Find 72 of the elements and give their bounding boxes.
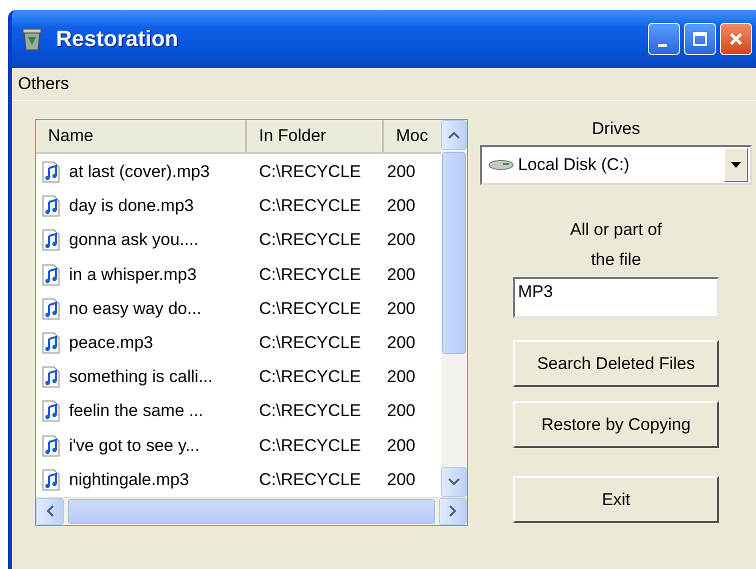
maximize-icon (692, 31, 708, 47)
minimize-icon (658, 44, 666, 46)
scroll-right-button[interactable] (439, 498, 467, 525)
file-name[interactable]: nightingale.mp3 (69, 470, 190, 490)
chevron-right-icon (448, 504, 458, 518)
menu-item[interactable]: Others (18, 74, 70, 94)
music-file-icon (42, 195, 60, 218)
file-name[interactable]: day is done.mp3 (69, 196, 194, 216)
music-file-icon (42, 298, 60, 320)
music-file-icon (42, 332, 60, 354)
column-header[interactable]: Moc (384, 120, 441, 152)
maximize-button[interactable] (684, 23, 716, 55)
close-icon (728, 31, 744, 47)
minimize-button[interactable] (648, 23, 680, 55)
search-field[interactable]: MP3 (513, 277, 719, 318)
scroll-left-button[interactable] (36, 498, 64, 525)
file-name[interactable]: no easy way do... (69, 298, 202, 319)
music-file-icon (42, 434, 60, 457)
scroll-down-button[interactable] (441, 466, 467, 497)
music-file-icon (42, 468, 60, 491)
music-file-icon (42, 161, 60, 184)
folder-path: C:\RECYCLE (259, 401, 362, 422)
scroll-up-button[interactable] (441, 120, 467, 150)
modified-date: 200 (387, 264, 416, 285)
recycle-bin-icon (20, 26, 44, 52)
file-name[interactable]: feelin the same ... (69, 401, 204, 422)
folder-path: C:\RECYCLE (259, 298, 362, 319)
close-button[interactable] (720, 23, 752, 55)
modified-date: 200 (387, 436, 416, 456)
scroll-thumb[interactable] (442, 152, 466, 354)
modified-date: 200 (387, 162, 416, 182)
folder-path: C:\RECYCLE (259, 230, 362, 250)
column-header[interactable]: Name (36, 120, 247, 152)
modified-date: 200 (387, 230, 416, 250)
folder-path: C:\RECYCLE (259, 333, 362, 354)
column-header[interactable]: In Folder (247, 120, 384, 152)
file-name[interactable]: at last (cover).mp3 (69, 162, 210, 182)
file-name[interactable]: something is calli... (69, 367, 213, 388)
modified-date: 200 (387, 333, 416, 354)
modified-date: 200 (387, 470, 416, 490)
music-file-icon (42, 229, 60, 252)
music-file-icon (42, 400, 60, 422)
horizontal-scrollbar[interactable] (36, 496, 467, 525)
chevron-up-icon (447, 130, 461, 140)
folder-path: C:\RECYCLE (259, 162, 362, 182)
file-name[interactable]: gonna ask you.... (69, 230, 198, 250)
modified-date: 200 (387, 196, 416, 216)
drive-dropdown[interactable]: Local Disk (C:) (480, 145, 752, 185)
vertical-scrollbar[interactable] (441, 120, 467, 497)
file-name[interactable]: i've got to see y... (69, 436, 200, 456)
window-title: Restoration (56, 26, 178, 52)
action-button[interactable]: Restore by Copying (513, 401, 719, 448)
file-name[interactable]: peace.mp3 (69, 333, 154, 354)
modified-date: 200 (387, 367, 416, 388)
music-file-icon (42, 366, 60, 388)
drives-label: Drives (592, 119, 640, 139)
action-button[interactable]: Search Deleted Files (513, 340, 719, 387)
scroll-thumb[interactable] (68, 498, 435, 524)
folder-path: C:\RECYCLE (259, 196, 362, 216)
search-label: All or part of the file (569, 219, 663, 271)
file-name[interactable]: in a whisper.mp3 (69, 264, 197, 285)
action-button[interactable]: Exit (513, 476, 719, 523)
modified-date: 200 (387, 401, 416, 422)
disk-drive-icon (488, 159, 514, 171)
folder-path: C:\RECYCLE (259, 367, 362, 388)
folder-path: C:\RECYCLE (259, 470, 362, 490)
chevron-left-icon (45, 504, 55, 518)
folder-path: C:\RECYCLE (259, 436, 362, 456)
music-file-icon (42, 264, 60, 286)
chevron-down-icon (447, 476, 461, 487)
folder-path: C:\RECYCLE (259, 264, 362, 285)
modified-date: 200 (387, 298, 416, 319)
